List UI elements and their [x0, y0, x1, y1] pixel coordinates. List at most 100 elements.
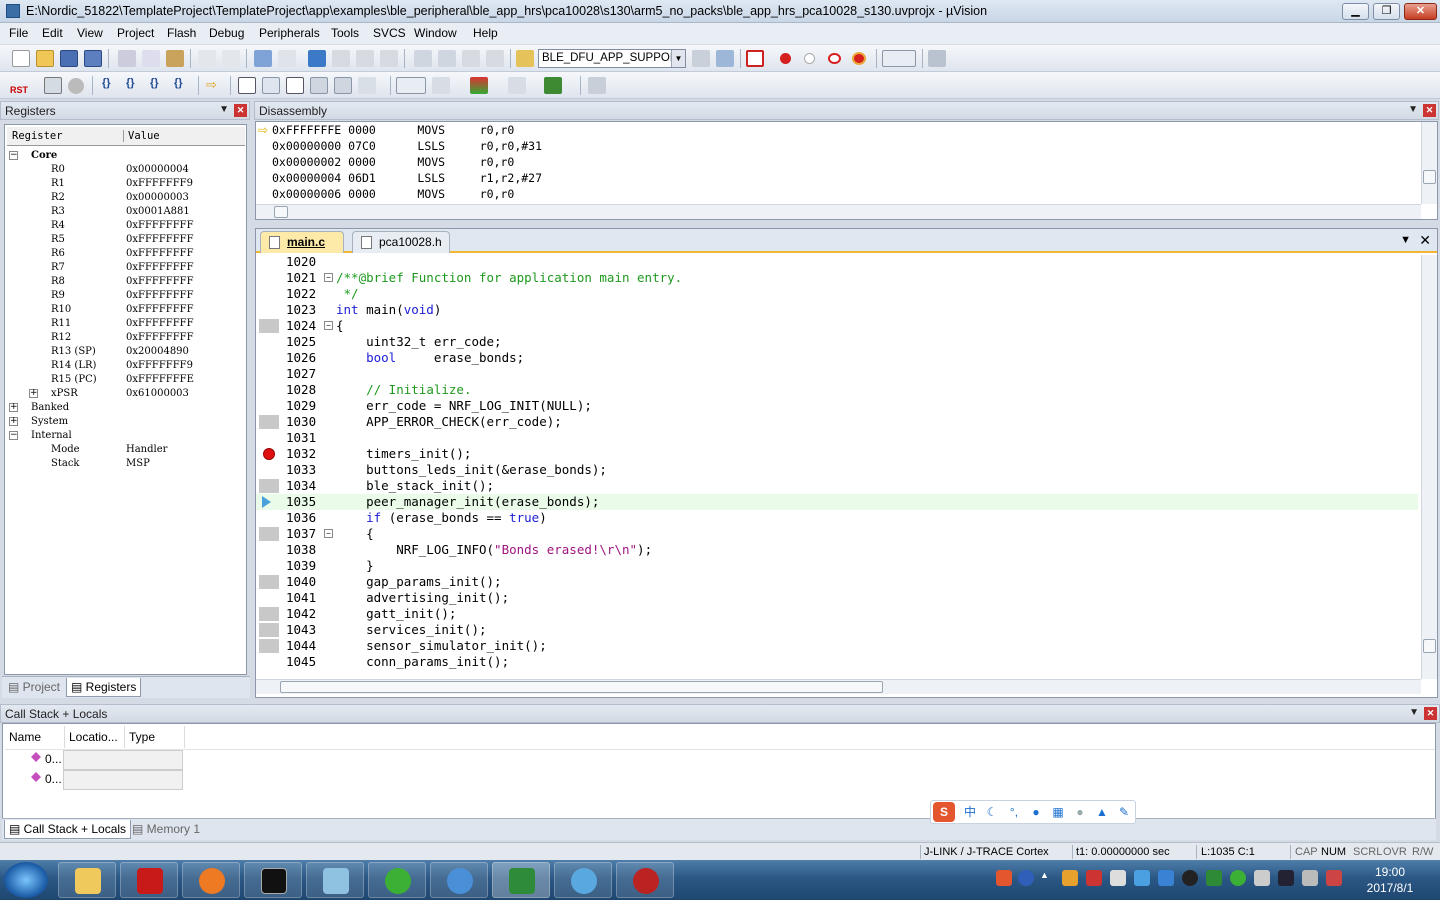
column-name[interactable]: Name	[5, 726, 65, 748]
register-row[interactable]: R9 0xFFFFFFFF	[5, 289, 245, 303]
code-line[interactable]: 1031	[256, 430, 1418, 446]
keyboard-icon[interactable]: ▦	[1051, 805, 1065, 819]
tree-expander-icon[interactable]: −	[9, 431, 18, 440]
bookmark-icon[interactable]	[308, 50, 326, 67]
save-icon[interactable]	[60, 50, 78, 67]
new-file-icon[interactable]	[12, 50, 30, 67]
code-line[interactable]: 1043 services_init();	[256, 622, 1418, 638]
taskbar-app-red[interactable]	[616, 862, 674, 898]
trace-icon[interactable]	[544, 77, 562, 94]
register-row[interactable]: R6 0xFFFFFFFF	[5, 247, 245, 261]
tree-expander-icon[interactable]: +	[9, 403, 18, 412]
disassembly-line[interactable]: 0x00000000 07C0 LSLS r0,r0,#31	[272, 138, 542, 154]
register-value[interactable]: 0xFFFFFFFE	[126, 373, 194, 387]
scroll-thumb[interactable]	[274, 206, 288, 218]
register-value[interactable]: 0x00000003	[126, 191, 189, 205]
menu-flash[interactable]: Flash	[167, 26, 196, 40]
register-value[interactable]: MSP	[126, 457, 150, 471]
unindent-icon[interactable]	[438, 50, 456, 67]
step-out-icon[interactable]: {}	[150, 77, 168, 94]
menu-project[interactable]: Project	[117, 26, 154, 40]
tray-volume-icon[interactable]	[1254, 870, 1270, 886]
tray-display-icon[interactable]	[1278, 870, 1294, 886]
moon-icon[interactable]: ☾	[985, 805, 999, 819]
register-value[interactable]: 0x00000004	[126, 163, 189, 177]
code-line[interactable]: 1041 advertising_init();	[256, 590, 1418, 606]
code-line[interactable]: 1035 peer_manager_init(erase_bonds);	[256, 494, 1418, 510]
user-icon[interactable]: ●	[1073, 805, 1087, 819]
register-value[interactable]: 0xFFFFFFFF	[126, 331, 194, 345]
taskbar-app-orange[interactable]	[182, 862, 240, 898]
clear-bookmarks-icon[interactable]	[380, 50, 398, 67]
register-value[interactable]: 0xFFFFFFFF	[126, 219, 194, 233]
disassembly-vscrollbar[interactable]	[1421, 122, 1437, 204]
code-line[interactable]: 1025 uint32_t err_code;	[256, 334, 1418, 350]
serial-window-icon[interactable]	[432, 77, 450, 94]
taskbar-pdf-reader[interactable]	[120, 862, 178, 898]
registers-window-icon[interactable]	[310, 77, 328, 94]
list-item[interactable]: 0...	[45, 752, 62, 766]
step-over-icon[interactable]: {}	[126, 77, 144, 94]
menu-file[interactable]: File	[9, 26, 28, 40]
menu-edit[interactable]: Edit	[42, 26, 63, 40]
tray-qq-icon[interactable]	[1182, 870, 1198, 886]
start-button[interactable]	[4, 862, 48, 898]
fold-toggle-icon[interactable]: −	[324, 529, 333, 538]
register-row[interactable]: R3 0x0001A881	[5, 205, 245, 219]
paste-icon[interactable]	[166, 50, 184, 67]
minimize-button[interactable]: ▁	[1342, 3, 1369, 20]
gutter-marker[interactable]	[259, 639, 279, 653]
stop-icon[interactable]	[68, 78, 84, 94]
tab-project[interactable]: ▤ Project	[4, 678, 64, 697]
register-value[interactable]: 0xFFFFFFF9	[126, 177, 193, 191]
code-line[interactable]: 1029 err_code = NRF_LOG_INIT(NULL);	[256, 398, 1418, 414]
punctuation-icon[interactable]: °,	[1007, 805, 1021, 819]
undo-icon[interactable]	[198, 50, 216, 67]
register-row[interactable]: R1 0xFFFFFFF9	[5, 177, 245, 191]
uncomment-icon[interactable]	[486, 50, 504, 67]
register-row[interactable]: R15 (PC) 0xFFFFFFFE	[5, 373, 245, 387]
menu-help[interactable]: Help	[473, 26, 498, 40]
register-value[interactable]: 0x20004890	[126, 345, 189, 359]
register-row[interactable]: R7 0xFFFFFFFF	[5, 261, 245, 275]
insert-breakpoint-icon[interactable]	[780, 53, 791, 64]
code-line[interactable]: 1045 conn_params_init();	[256, 654, 1418, 670]
tab-list-chevron-icon[interactable]: ▼	[1400, 234, 1411, 246]
register-row[interactable]: − Internal	[5, 429, 245, 443]
enable-breakpoint-icon[interactable]	[804, 53, 815, 64]
gutter-marker[interactable]	[259, 479, 279, 493]
list-item[interactable]: 0...	[45, 772, 62, 786]
gutter-marker[interactable]	[259, 575, 279, 589]
close-icon[interactable]: ✕	[234, 104, 247, 117]
prev-bookmark-icon[interactable]	[332, 50, 350, 67]
register-value[interactable]: 0xFFFFFFFF	[126, 233, 194, 247]
indent-icon[interactable]	[414, 50, 432, 67]
column-register[interactable]: Register	[12, 130, 63, 142]
tray-network-icon[interactable]	[1302, 870, 1318, 886]
tray-help-icon[interactable]	[1018, 870, 1034, 886]
scroll-thumb[interactable]	[1423, 639, 1436, 653]
editor-hscrollbar[interactable]	[256, 679, 1421, 694]
disable-breakpoints-icon[interactable]	[828, 53, 841, 64]
tab-memory-1[interactable]: ▤ Memory 1	[128, 820, 204, 839]
current-line-arrow-icon[interactable]	[259, 495, 279, 509]
kill-breakpoints-icon[interactable]	[852, 52, 866, 65]
analysis-window-icon[interactable]	[470, 77, 488, 94]
taskbar-explorer[interactable]	[58, 862, 116, 898]
register-row[interactable]: R11 0xFFFFFFFF	[5, 317, 245, 331]
register-row[interactable]: R10 0xFFFFFFFF	[5, 303, 245, 317]
scroll-thumb[interactable]	[1423, 170, 1436, 184]
taskbar-terminal[interactable]	[244, 862, 302, 898]
register-row[interactable]: R8 0xFFFFFFFF	[5, 275, 245, 289]
tab-pca10028-h[interactable]: pca10028.h	[352, 231, 450, 253]
register-row[interactable]: R12 0xFFFFFFFF	[5, 331, 245, 345]
restore-button[interactable]: ❐	[1373, 3, 1400, 20]
tab-main-c[interactable]: main.c	[260, 231, 344, 253]
code-line[interactable]: 1028 // Initialize.	[256, 382, 1418, 398]
close-icon[interactable]: ✕	[1424, 707, 1437, 720]
tray-app1-icon[interactable]	[1062, 870, 1078, 886]
taskbar-clock[interactable]: 19:00 2017/8/1	[1360, 864, 1420, 896]
microphone-icon[interactable]: ●	[1029, 805, 1043, 819]
gutter-marker[interactable]	[259, 527, 279, 541]
gutter-marker[interactable]	[259, 607, 279, 621]
